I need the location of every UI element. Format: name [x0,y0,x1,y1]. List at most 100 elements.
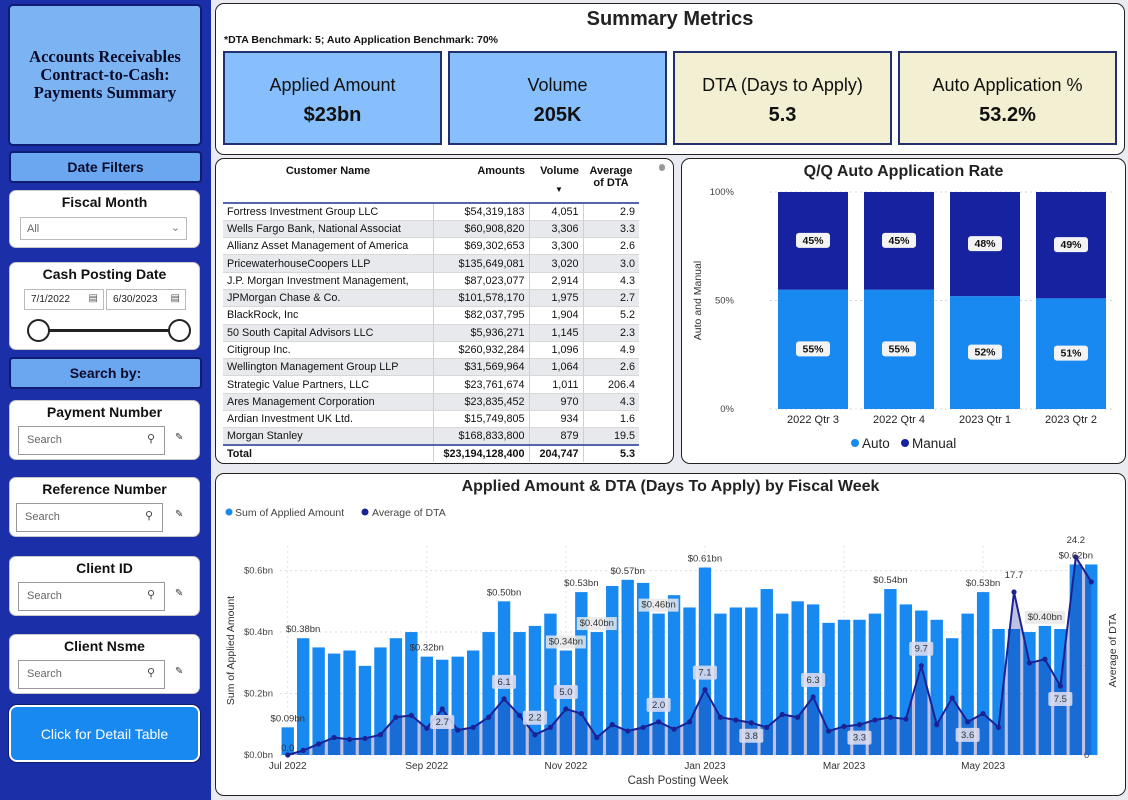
table-row[interactable]: JPMorgan Chase & Co. $101,578,170 1,975 2.7 [223,289,639,308]
table-row[interactable]: BlackRock, Inc $82,037,795 1,904 5.2 [223,306,639,325]
table-row[interactable]: Allianz Asset Management of America $69,3… [223,237,639,256]
dta-point[interactable] [779,711,785,718]
dta-point[interactable] [439,706,445,712]
dta-point[interactable] [563,706,569,712]
table-row[interactable]: Morgan Stanley $168,833,800 879 19.5 [223,427,639,446]
table-row[interactable]: J.P. Morgan Investment Management, $87,02… [223,272,639,290]
dta-point[interactable] [424,725,430,731]
bar-data-label: $0.57bn [611,566,645,577]
dta-point[interactable] [609,722,615,728]
dta-point[interactable] [470,724,476,730]
column-header-dta[interactable]: Average of DTA [583,163,639,204]
dta-point[interactable] [795,714,801,720]
eraser-icon[interactable]: ✎ [175,588,183,599]
dta-point[interactable] [825,728,832,734]
dta-point[interactable] [547,724,554,730]
bar-data-label: $0.09bn [271,713,305,724]
dta-point[interactable] [764,724,770,730]
column-header-volume[interactable]: Volume ▼ [529,163,583,204]
table-row[interactable]: Strategic Value Partners, LLC $23,761,674… [223,375,639,394]
date-range-end-handle[interactable] [168,319,191,342]
dta-point[interactable] [872,717,878,723]
dta-point[interactable] [748,720,754,726]
start-date-input[interactable]: 7/1/2022 ▤ [24,289,104,310]
kpi-label: Auto Application % [932,75,1083,95]
dta-point[interactable] [501,696,507,702]
end-date-input[interactable]: 6/30/2023 ▤ [106,289,186,310]
cell-volume: 1,975 [528,289,583,308]
dta-point[interactable] [393,714,399,720]
dta-point[interactable] [887,714,893,720]
dta-point[interactable] [717,714,724,720]
weekly-bar[interactable] [312,647,325,755]
dta-point[interactable] [408,712,414,719]
line-data-label: 7.1 [698,668,711,679]
dta-point[interactable] [532,732,538,738]
cell-volume: 1,904 [528,306,583,325]
table-row[interactable]: Fortress Investment Group LLC $54,319,183… [223,203,639,221]
dta-point[interactable] [1042,656,1048,662]
table-row[interactable]: Citigroup Inc. $260,932,284 1,096 4.9 [223,341,639,360]
dta-point[interactable] [316,741,322,747]
table-row[interactable]: Wells Fargo Bank, National Associat $60,9… [223,220,639,239]
table-row[interactable]: PricewaterhouseCoopers LLP $135,649,081 3,… [223,254,639,273]
cell-amount: $101,578,170 [432,289,529,308]
eraser-icon[interactable]: ✎ [175,432,183,443]
dta-point[interactable] [300,747,306,753]
dta-point[interactable] [1011,589,1017,595]
dta-point[interactable] [934,722,940,728]
dta-point[interactable] [686,719,693,725]
dta-point[interactable] [486,714,492,720]
dta-point[interactable] [655,719,662,725]
dta-point[interactable] [856,722,863,728]
payment-number-input[interactable]: Search ⚲ [18,426,165,455]
dta-point[interactable] [362,735,368,742]
date-range-track [38,329,180,332]
table-scrollbar[interactable] [659,164,665,171]
eraser-icon[interactable]: ✎ [175,509,183,520]
dta-point[interactable] [702,687,708,693]
table-row[interactable]: Ardian Investment UK Ltd. $15,749,805 934 1… [223,410,639,429]
dta-point[interactable] [918,663,924,669]
weekly-bar[interactable] [296,638,310,755]
dta-point[interactable] [1088,579,1094,585]
table-row[interactable]: Ares Management Corporation $23,835,452 97… [223,393,639,412]
dta-point[interactable] [671,726,677,732]
column-header-amounts[interactable]: Amounts [433,163,529,204]
detail-table-button[interactable]: Click for Detail Table [9,705,200,762]
dta-point[interactable] [980,710,986,717]
dta-point[interactable] [733,717,739,723]
cell-dta: 4.9 [582,341,639,360]
reference-number-input[interactable]: Search ⚲ [16,503,163,532]
line-data-label: 2.2 [528,713,541,724]
dta-point[interactable] [516,712,523,719]
dta-point[interactable] [625,728,631,734]
dta-point[interactable] [841,723,847,730]
dta-point[interactable] [810,694,816,700]
dta-point[interactable] [346,736,353,742]
dta-point[interactable] [640,724,646,730]
dta-point[interactable] [331,734,337,741]
bar-data-label: $0.34bn [549,637,583,648]
dta-point[interactable] [949,695,955,701]
eraser-icon[interactable]: ✎ [175,666,183,677]
dta-point[interactable] [995,724,1002,730]
dta-point[interactable] [578,710,584,717]
dta-point[interactable] [965,719,971,725]
weekly-y-axis-label: Sum of Applied Amount [225,596,237,705]
date-range-start-handle[interactable] [27,319,50,342]
dta-point[interactable] [594,734,600,741]
table-row[interactable]: Wellington Management Group LLP $31,569,9… [223,358,639,377]
cell-customer: Wells Fargo Bank, National Associat [223,220,433,239]
fiscal-month-dropdown[interactable]: All ⌄ [20,217,187,240]
dta-point[interactable] [1026,660,1033,666]
dta-point[interactable] [377,732,384,738]
column-header-customer[interactable]: Customer Name [223,163,433,204]
dta-point[interactable] [903,716,909,722]
table-row[interactable]: 50 South Capital Advisors LLC $5,936,271 1… [223,324,639,342]
dta-point[interactable] [1057,683,1063,689]
line-data-label: 2.0 [652,700,665,711]
client-name-input[interactable]: Search ⚲ [18,660,165,689]
dta-point[interactable] [455,727,461,733]
client-id-input[interactable]: Search ⚲ [18,582,165,611]
